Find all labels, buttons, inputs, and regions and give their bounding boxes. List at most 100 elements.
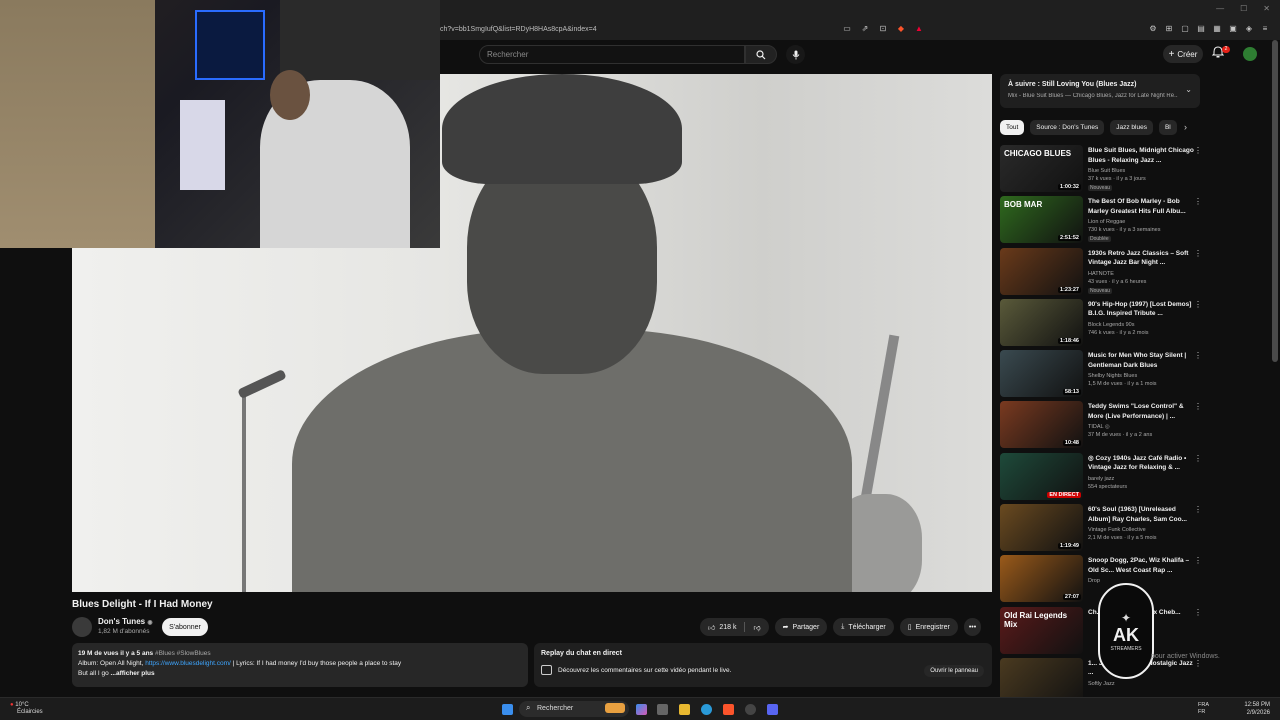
menu-icon[interactable]: ≡ xyxy=(1260,23,1270,33)
share-icon[interactable]: ⇗ xyxy=(860,23,870,33)
show-more-link[interactable]: ...afficher plus xyxy=(111,670,155,677)
subscribe-button[interactable]: S'abonner xyxy=(162,618,208,636)
install-icon[interactable]: ▭ xyxy=(842,23,852,33)
thumbs-down-icon[interactable]: 👎︎ xyxy=(753,623,760,632)
video-thumbnail[interactable]: CHICAGO BLUES 1:00:32 xyxy=(1000,145,1083,192)
task-view-icon[interactable] xyxy=(657,704,668,715)
minimize-icon[interactable]: — xyxy=(1216,4,1224,13)
more-vertical-icon[interactable]: ⋮ xyxy=(1194,146,1202,155)
channel-avatar[interactable] xyxy=(72,617,92,637)
voice-search-button[interactable] xyxy=(786,45,805,64)
more-vertical-icon[interactable]: ⋮ xyxy=(1194,351,1202,360)
recommendation-channel[interactable]: Vintage Funk Collective xyxy=(1088,527,1146,533)
close-icon[interactable]: ✕ xyxy=(1263,4,1270,13)
open-panel-button[interactable]: Ouvrir le panneau xyxy=(924,665,984,677)
edge-icon[interactable] xyxy=(701,704,712,715)
hashtags[interactable]: #Blues #SlowBlues xyxy=(155,650,211,657)
recommendation-title[interactable]: The Best Of Bob Marley - Bob Marley Grea… xyxy=(1088,197,1196,216)
brave-icon[interactable] xyxy=(723,704,734,715)
recommendation-title[interactable]: Blue Suit Blues, Midnight Chicago Blues … xyxy=(1088,146,1196,165)
chevron-down-icon[interactable]: ⌄ xyxy=(1185,85,1192,94)
brave-shield-icon[interactable]: ◆ xyxy=(896,23,906,33)
recommendation-channel[interactable]: TIDAL ◎ xyxy=(1088,424,1110,430)
more-vertical-icon[interactable]: ⋮ xyxy=(1194,659,1202,668)
recommendation-channel[interactable]: Softly Jazz xyxy=(1088,681,1115,687)
filter-chip[interactable]: Source : Don's Tunes xyxy=(1030,120,1105,135)
channel-name[interactable]: Don's Tunes ◉ xyxy=(98,617,153,626)
more-vertical-icon[interactable]: ⋮ xyxy=(1194,300,1202,309)
vpn-icon[interactable]: ◈ xyxy=(1244,23,1254,33)
bookmark-icon[interactable]: ▢ xyxy=(1180,23,1190,33)
tab-icon[interactable]: ▦ xyxy=(1212,23,1222,33)
video-thumbnail[interactable]: 1:23:27 xyxy=(1000,247,1083,295)
search-button[interactable] xyxy=(745,45,777,64)
recommendation-item[interactable]: CHICAGO BLUES 1:00:32 Blue Suit Blues, Mid… xyxy=(1000,145,1205,196)
chevron-right-icon[interactable]: › xyxy=(1184,122,1187,132)
video-thumbnail[interactable]: EN DIRECT xyxy=(1000,452,1083,500)
sidebar-icon[interactable]: ▤ xyxy=(1196,23,1206,33)
recommendation-title[interactable]: Teddy Swims "Lose Control" & More (Live … xyxy=(1088,402,1196,421)
recommendation-title[interactable]: 90's Hip-Hop (1997) [Lost Demos] B.I.G. … xyxy=(1088,300,1196,319)
more-vertical-icon[interactable]: ⋮ xyxy=(1194,402,1202,411)
lock-icon[interactable]: ⊡ xyxy=(878,23,888,33)
language-indicator[interactable]: FRA FR xyxy=(1198,702,1209,716)
video-thumbnail[interactable]: 1:18:46 xyxy=(1000,298,1083,346)
recommendation-item[interactable]: 1:18:46 90's Hip-Hop (1997) [Lost Demos] … xyxy=(1000,298,1205,350)
save-button[interactable]: ▯ Enregistrer xyxy=(899,618,958,636)
recommendation-item[interactable]: 58:13 Music for Men Who Stay Silent | Gen… xyxy=(1000,350,1205,401)
create-button[interactable]: + Créer xyxy=(1163,45,1203,63)
recommendation-title[interactable]: Snoop Dogg, 2Pac, Wiz Khalifa – Old Sc..… xyxy=(1088,556,1196,575)
recommendation-title[interactable]: 1930s Retro Jazz Classics – Soft Vintage… xyxy=(1088,249,1196,268)
up-next-playlist[interactable]: À suivre : Still Loving You (Blues Jazz)… xyxy=(1000,74,1200,108)
more-vertical-icon[interactable]: ⋮ xyxy=(1194,249,1202,258)
wallet-icon[interactable]: ▣ xyxy=(1228,23,1238,33)
filter-chip[interactable]: Bl xyxy=(1158,120,1177,135)
file-explorer-icon[interactable] xyxy=(679,704,690,715)
description-box[interactable]: 19 M de vues il y a 5 ans #Blues #SlowBl… xyxy=(72,643,528,687)
recommendation-channel[interactable]: HATNOTE xyxy=(1088,271,1114,277)
video-thumbnail[interactable]: 10:48 xyxy=(1000,401,1083,449)
recommendation-item[interactable]: EN DIRECT ◎ Cozy 1940s Jazz Café Radio • … xyxy=(1000,452,1205,504)
download-button[interactable]: ⤓ Télécharger xyxy=(833,618,894,636)
recommendation-item[interactable]: 1:19:49 60's Soul (1963) [Unreleased Albu… xyxy=(1000,504,1205,555)
obs-icon[interactable] xyxy=(745,704,756,715)
recommendation-channel[interactable]: Shelby Nights Blues xyxy=(1088,373,1137,379)
more-vertical-icon[interactable]: ⋮ xyxy=(1194,197,1202,206)
recommendation-item[interactable]: 1:23:27 1930s Retro Jazz Classics – Soft … xyxy=(1000,247,1205,299)
more-actions-button[interactable]: ••• xyxy=(963,618,982,636)
search-input[interactable]: Rechercher xyxy=(479,45,745,64)
recommendation-channel[interactable]: Lion of Reggae xyxy=(1088,219,1125,225)
weather-widget[interactable]: ● 10°C Éclaircies xyxy=(10,702,43,716)
rewards-icon[interactable]: ▲ xyxy=(914,23,924,33)
video-thumbnail[interactable]: 1:19:49 xyxy=(1000,504,1083,552)
video-thumbnail[interactable]: BOB MAR 2:51:52 xyxy=(1000,196,1083,244)
filter-chip[interactable]: Jazz blues xyxy=(1110,120,1153,135)
taskbar-search[interactable]: Rechercher xyxy=(519,701,629,717)
puzzle-icon[interactable]: ⊞ xyxy=(1164,23,1174,33)
recommendation-title[interactable]: Music for Men Who Stay Silent | Gentlema… xyxy=(1088,351,1196,370)
account-avatar[interactable] xyxy=(1243,47,1257,61)
filter-chip[interactable]: Tout xyxy=(1000,120,1025,135)
extension-icon[interactable]: ⚙ xyxy=(1148,23,1158,33)
recommendation-channel[interactable]: Drop xyxy=(1088,578,1100,584)
album-link[interactable]: https://www.bluesdelight.com/ xyxy=(145,660,231,667)
maximize-icon[interactable]: ☐ xyxy=(1240,4,1247,13)
video-thumbnail[interactable]: Old Rai Legends Mix xyxy=(1000,606,1083,654)
copilot-icon[interactable] xyxy=(636,704,647,715)
recommendation-item[interactable]: 10:48 Teddy Swims "Lose Control" & More (… xyxy=(1000,401,1205,452)
recommendation-item[interactable]: BOB MAR 2:51:52 The Best Of Bob Marley - B… xyxy=(1000,196,1205,247)
recommendation-title[interactable]: ◎ Cozy 1940s Jazz Café Radio • Vintage J… xyxy=(1088,454,1196,473)
page-scrollbar[interactable] xyxy=(1272,40,1278,362)
more-vertical-icon[interactable]: ⋮ xyxy=(1194,454,1202,463)
video-thumbnail[interactable]: 27:07 xyxy=(1000,555,1083,603)
system-clock[interactable]: 12:58 PM 2/9/2026 xyxy=(1244,701,1270,717)
more-vertical-icon[interactable]: ⋮ xyxy=(1194,505,1202,514)
more-vertical-icon[interactable]: ⋮ xyxy=(1194,608,1202,617)
recommendation-channel[interactable]: Blue Suit Blues xyxy=(1088,168,1125,174)
recommendation-channel[interactable]: barely jazz xyxy=(1088,476,1114,482)
stream-app-icon[interactable] xyxy=(767,704,778,715)
like-button[interactable]: 👍︎ 218 k 👎︎ xyxy=(700,618,769,636)
windows-start-icon[interactable] xyxy=(502,704,513,715)
share-button[interactable]: ➦ Partager xyxy=(774,618,828,636)
video-thumbnail[interactable]: 58:13 xyxy=(1000,350,1083,398)
